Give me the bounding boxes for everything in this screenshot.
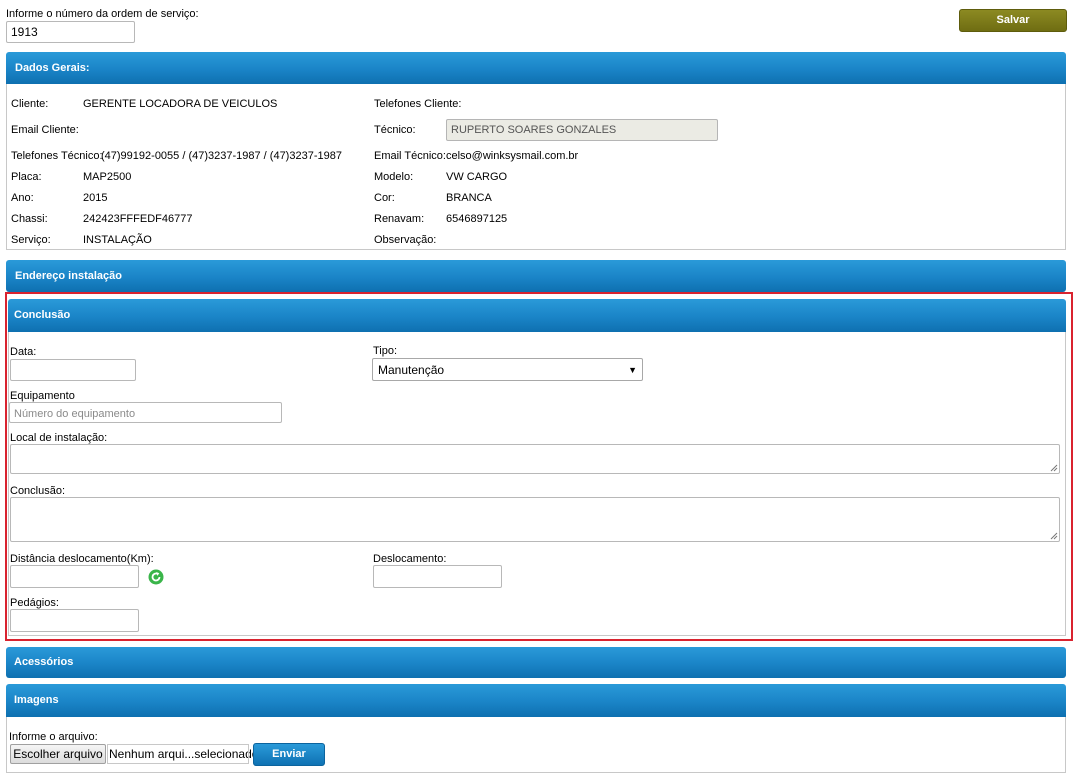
choose-file-button[interactable]: Escolher arquivo — [10, 744, 106, 764]
telefones-cliente-label: Telefones Cliente: — [374, 98, 462, 110]
endereco-instalacao-header[interactable]: Endereço instalação — [6, 260, 1066, 292]
placa-value: MAP2500 — [83, 171, 132, 183]
conclusao-text-label: Conclusão: — [10, 485, 66, 497]
modelo-label: Modelo: — [374, 171, 414, 183]
email-cliente-label: Email Cliente: — [11, 124, 79, 136]
chassi-value: 242423FFFEDF46777 — [83, 213, 193, 225]
ano-label: Ano: — [11, 192, 34, 204]
distancia-input[interactable] — [10, 565, 139, 588]
refresh-icon[interactable] — [148, 569, 164, 585]
resize-grip-icon[interactable] — [1049, 531, 1058, 540]
pedagios-label: Pedágios: — [10, 597, 59, 609]
conclusao-textarea[interactable] — [10, 497, 1060, 542]
cor-value: BRANCA — [446, 192, 492, 204]
renavam-value: 6546897125 — [446, 213, 508, 225]
conclusao-header[interactable]: Conclusão — [8, 299, 1066, 332]
cliente-value: GERENTE LOCADORA DE VEICULOS — [83, 98, 278, 110]
placa-label: Placa: — [11, 171, 42, 183]
local-instalacao-label: Local de instalação: — [10, 432, 108, 444]
tecnico-label: Técnico: — [374, 124, 416, 136]
deslocamento-input[interactable] — [373, 565, 502, 588]
local-instalacao-textarea[interactable] — [10, 444, 1060, 474]
resize-grip-icon[interactable] — [1049, 463, 1058, 472]
ano-value: 2015 — [83, 192, 108, 204]
observacao-label: Observação: — [374, 234, 437, 246]
tecnico-field: RUPERTO SOARES GONZALES — [446, 119, 718, 141]
file-label: Informe o arquivo: — [9, 731, 98, 743]
tipo-select[interactable]: Manutenção ▼ — [372, 358, 643, 381]
order-number-label: Informe o número da ordem de serviço: — [6, 8, 199, 20]
email-tecnico-value: celso@winksysmail.com.br — [446, 150, 579, 162]
data-label: Data: — [10, 346, 37, 358]
cliente-label: Cliente: — [11, 98, 49, 110]
data-input[interactable] — [10, 359, 136, 381]
telefones-tecnico-value: (47)99192-0055 / (47)3237-1987 / (47)323… — [101, 150, 342, 162]
send-button[interactable]: Enviar — [253, 743, 325, 766]
equipamento-label: Equipamento — [10, 390, 75, 402]
telefones-tecnico-label: Telefones Técnico: — [11, 150, 103, 162]
caret-down-icon: ▼ — [628, 365, 637, 375]
servico-value: INSTALAÇÃO — [83, 234, 152, 246]
acessorios-header[interactable]: Acessórios — [6, 647, 1066, 678]
deslocamento-label: Deslocamento: — [373, 553, 447, 565]
tipo-selected-value: Manutenção — [378, 363, 445, 377]
save-button[interactable]: Salvar — [959, 9, 1067, 32]
chassi-label: Chassi: — [11, 213, 48, 225]
cor-label: Cor: — [374, 192, 395, 204]
equipamento-placeholder: Número do equipamento — [14, 408, 136, 420]
servico-label: Serviço: — [11, 234, 51, 246]
email-tecnico-label: Email Técnico: — [374, 150, 446, 162]
file-name-box — [107, 744, 249, 764]
pedagios-input[interactable] — [10, 609, 139, 632]
renavam-label: Renavam: — [374, 213, 425, 225]
modelo-value: VW CARGO — [446, 171, 508, 183]
tipo-label: Tipo: — [373, 345, 398, 357]
dados-gerais-header[interactable]: Dados Gerais: — [6, 52, 1066, 84]
imagens-header[interactable]: Imagens — [6, 684, 1066, 717]
distancia-label: Distância deslocamento(Km): — [10, 553, 154, 565]
order-number-input[interactable]: 1913 — [6, 21, 135, 43]
equipamento-input[interactable]: Número do equipamento — [9, 402, 282, 423]
